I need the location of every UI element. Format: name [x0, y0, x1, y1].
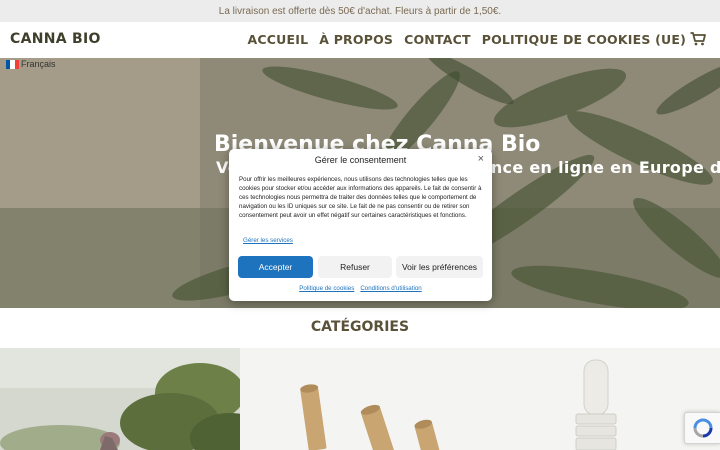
announcement-text: La livraison est offerte dès 50€ d'achat…	[218, 5, 502, 17]
nav-item-a-propos[interactable]: À PROPOS	[319, 32, 393, 47]
recaptcha-badge[interactable]	[684, 412, 720, 444]
french-flag-icon	[6, 59, 19, 69]
consent-title: Gérer le consentement	[314, 155, 407, 165]
cookie-policy-link[interactable]: Politique de cookies	[299, 285, 354, 292]
nav-item-accueil[interactable]: ACCUEIL	[248, 32, 309, 47]
accept-button[interactable]: Accepter	[238, 256, 313, 278]
categories-heading: CATÉGORIES	[310, 319, 410, 335]
language-label: Français	[21, 59, 56, 69]
category-tile-products[interactable]	[240, 348, 720, 450]
cart-icon[interactable]	[690, 32, 706, 46]
view-preferences-button[interactable]: Voir les préférences	[396, 256, 483, 278]
manage-services-link[interactable]: Gérer les services	[243, 237, 293, 244]
announcement-bar: La livraison est offerte dès 50€ d'achat…	[0, 0, 720, 22]
recaptcha-icon	[693, 418, 712, 438]
products-image	[240, 348, 720, 450]
category-tile-flowers[interactable]	[0, 348, 240, 450]
language-switcher[interactable]: Français	[6, 59, 56, 69]
close-icon[interactable]: ×	[478, 153, 484, 165]
cookie-consent-dialog: Gérer le consentement × Pour offrir les …	[229, 149, 492, 301]
main-nav: ACCUEIL À PROPOS CONTACT POLITIQUE DE CO…	[248, 32, 686, 47]
nav-item-cookie-policy[interactable]: POLITIQUE DE COOKIES (UE)	[482, 32, 686, 47]
refuse-button[interactable]: Refuser	[318, 256, 392, 278]
site-header: CANNA BIO ACCUEIL À PROPOS CONTACT POLIT…	[0, 22, 720, 58]
site-logo[interactable]: CANNA BIO	[10, 31, 101, 47]
terms-link[interactable]: Conditions d'utilisation	[360, 285, 421, 292]
consent-footer-links: Politique de cookies Conditions d'utilis…	[229, 285, 492, 292]
flowers-image	[0, 348, 240, 450]
nav-item-contact[interactable]: CONTACT	[404, 32, 471, 47]
consent-description: Pour offrir les meilleures expériences, …	[239, 176, 482, 220]
